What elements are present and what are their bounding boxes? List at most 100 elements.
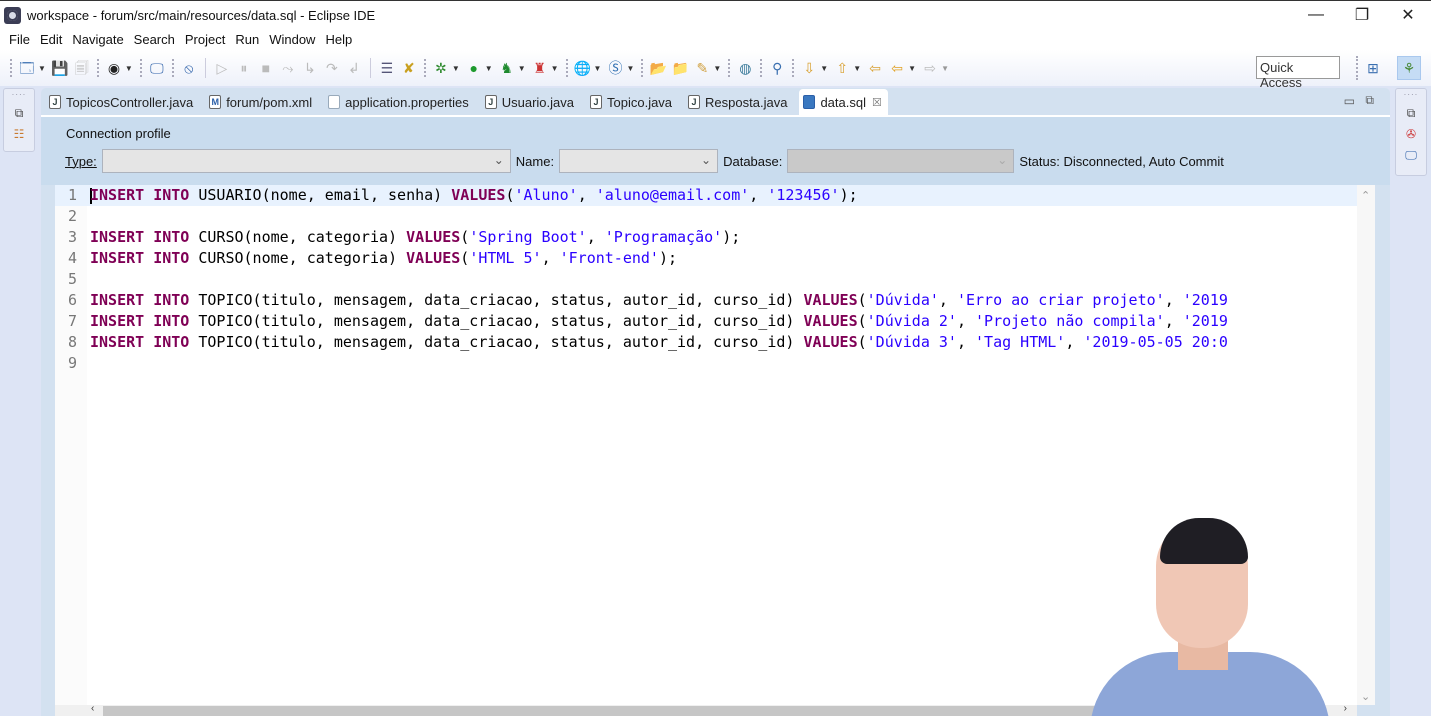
step-into-icon[interactable]: ↳ (301, 59, 319, 77)
outline-view-icon[interactable]: ☷ (11, 126, 27, 142)
next-annotation-icon[interactable]: ⇩ (800, 59, 818, 77)
scroll-down-icon[interactable]: ⌄ (1361, 690, 1370, 703)
tab-label: forum/pom.xml (226, 94, 313, 110)
menu-help[interactable]: Help (320, 32, 357, 47)
console-view-icon[interactable]: 🖵 (1403, 147, 1419, 163)
tab-topicos-controller[interactable]: J TopicosController.java (45, 89, 205, 115)
code-line[interactable]: 6 INSERT INTO TOPICO(titulo, mensagem, da… (55, 290, 1357, 311)
run-config-icon[interactable]: ◉ (105, 59, 123, 77)
last-edit-icon[interactable]: ⇦ (866, 59, 884, 77)
debug-icon[interactable]: ✲ (432, 59, 450, 77)
tab-usuario-java[interactable]: J Usuario.java (481, 89, 586, 115)
type-select[interactable]: ⌄ (101, 149, 511, 173)
search-dropdown-icon[interactable]: ▼ (713, 64, 721, 73)
code-line[interactable]: 9 (55, 353, 1357, 374)
tab-pom-xml[interactable]: M forum/pom.xml (205, 89, 324, 115)
maximize-editor-icon[interactable]: ⧉ (1365, 93, 1374, 108)
close-button[interactable]: ✕ (1385, 1, 1431, 29)
previous-annotation-icon[interactable]: ⇧ (833, 59, 851, 77)
scroll-up-icon[interactable]: ⌃ (1361, 189, 1370, 202)
restore-button[interactable]: ❐ (1339, 1, 1385, 29)
terminate-icon[interactable]: ■ (257, 59, 275, 77)
next-annotation-dropdown-icon[interactable]: ▼ (820, 64, 828, 73)
menu-file[interactable]: File (4, 32, 35, 47)
drop-to-frame-icon[interactable]: ✘ (400, 59, 418, 77)
globe-icon[interactable]: ◍ (736, 59, 754, 77)
code-line[interactable]: 1 INSERT INTO USUARIO(nome, email, senha)… (55, 185, 1357, 206)
open-task-icon[interactable]: ⚲ (768, 59, 786, 77)
step-return-icon[interactable]: ↲ (345, 59, 363, 77)
trim-grip[interactable]: ···· (4, 90, 34, 100)
code-line[interactable]: 4 INSERT INTO CURSO(nome, categoria) VALU… (55, 248, 1357, 269)
problems-view-icon[interactable]: ✇ (1403, 126, 1419, 142)
horizontal-scroll-thumb[interactable] (103, 706, 1103, 716)
window-title: workspace - forum/src/main/resources/dat… (27, 7, 376, 23)
restore-view-icon[interactable]: ⧉ (11, 105, 27, 121)
open-folder-icon[interactable]: 📁 (671, 59, 689, 77)
sql-keyword: INSERT (90, 228, 145, 246)
spring-icon[interactable]: Ⓢ (606, 59, 624, 77)
coverage-dropdown-icon[interactable]: ▼ (518, 64, 526, 73)
quick-access-input[interactable]: Quick Access (1256, 56, 1340, 90)
new-dropdown-icon[interactable]: ▼ (38, 64, 46, 73)
menu-navigate[interactable]: Navigate (67, 32, 128, 47)
tab-topico-java[interactable]: J Topico.java (586, 89, 684, 115)
trim-grip[interactable]: ···· (1396, 90, 1426, 100)
name-select[interactable]: ⌄ (559, 149, 719, 173)
forward-icon[interactable]: ⇨ (921, 59, 939, 77)
menu-window[interactable]: Window (264, 32, 320, 47)
open-perspective-icon[interactable]: ⊞ (1361, 56, 1385, 80)
save-all-icon[interactable]: 🗐 (73, 59, 91, 77)
menu-run[interactable]: Run (230, 32, 264, 47)
tab-resposta-java[interactable]: J Resposta.java (684, 89, 799, 115)
new-server-dropdown-icon[interactable]: ▼ (594, 64, 602, 73)
menu-project[interactable]: Project (180, 32, 230, 47)
minimize-button[interactable]: — (1293, 1, 1339, 29)
menu-search[interactable]: Search (129, 32, 180, 47)
step-over-icon[interactable]: ↷ (323, 59, 341, 77)
code-line[interactable]: 2 (55, 206, 1357, 227)
run-last-tool-dropdown-icon[interactable]: ▼ (551, 64, 559, 73)
code-line[interactable]: 3 INSERT INTO CURSO(nome, categoria) VALU… (55, 227, 1357, 248)
restore-view-icon[interactable]: ⧉ (1403, 105, 1419, 121)
menu-edit[interactable]: Edit (35, 32, 67, 47)
run-config-dropdown-icon[interactable]: ▼ (125, 64, 133, 73)
toolbar-separator (728, 59, 731, 77)
tab-label: application.properties (345, 94, 469, 110)
scroll-left-icon[interactable]: ‹ (91, 703, 94, 714)
terminal-icon[interactable]: 🖵 (148, 59, 166, 77)
minimize-editor-icon[interactable]: ▭ (1344, 94, 1355, 108)
code-line[interactable]: 7 INSERT INTO TOPICO(titulo, mensagem, da… (55, 311, 1357, 332)
skip-breakpoints-icon[interactable]: ⦸ (180, 59, 198, 77)
run-icon[interactable]: ● (465, 59, 483, 77)
debug-dropdown-icon[interactable]: ▼ (452, 64, 460, 73)
java-file-icon: J (484, 95, 497, 109)
run-dropdown-icon[interactable]: ▼ (485, 64, 493, 73)
database-select[interactable]: ⌄ (787, 149, 1015, 173)
new-wizard-icon[interactable]: 🗔 (18, 59, 36, 77)
vertical-scrollbar[interactable]: ⌃ ⌄ (1357, 185, 1375, 705)
code-line[interactable]: 5 (55, 269, 1357, 290)
spring-dropdown-icon[interactable]: ▼ (626, 64, 634, 73)
tab-data-sql[interactable]: data.sql ☒ (799, 89, 888, 115)
resume-icon[interactable]: ▷ (213, 59, 231, 77)
search-icon[interactable]: ✎ (693, 59, 711, 77)
spring-perspective-icon[interactable]: ⚘ (1397, 56, 1421, 80)
use-step-filters-icon[interactable]: ☰ (378, 59, 396, 77)
disconnect-icon[interactable]: ⤳ (279, 59, 297, 77)
previous-annotation-dropdown-icon[interactable]: ▼ (853, 64, 861, 73)
sql-string: 'Dúvida' (866, 291, 939, 309)
new-server-icon[interactable]: 🌐 (574, 59, 592, 77)
open-type-icon[interactable]: 📂 (649, 59, 667, 77)
tab-application-properties[interactable]: application.properties (324, 89, 481, 115)
suspend-icon[interactable]: ⏸ (235, 59, 253, 77)
code-line[interactable]: 8 INSERT INTO TOPICO(titulo, mensagem, da… (55, 332, 1357, 353)
run-last-tool-icon[interactable]: ♜ (531, 59, 549, 77)
coverage-icon[interactable]: ♞ (498, 59, 516, 77)
name-label: Name: (515, 153, 555, 169)
back-icon[interactable]: ⇦ (888, 59, 906, 77)
back-dropdown-icon[interactable]: ▼ (908, 64, 916, 73)
close-tab-icon[interactable]: ☒ (872, 96, 882, 109)
save-icon[interactable]: 💾 (51, 59, 69, 77)
forward-dropdown-icon[interactable]: ▼ (941, 64, 949, 73)
